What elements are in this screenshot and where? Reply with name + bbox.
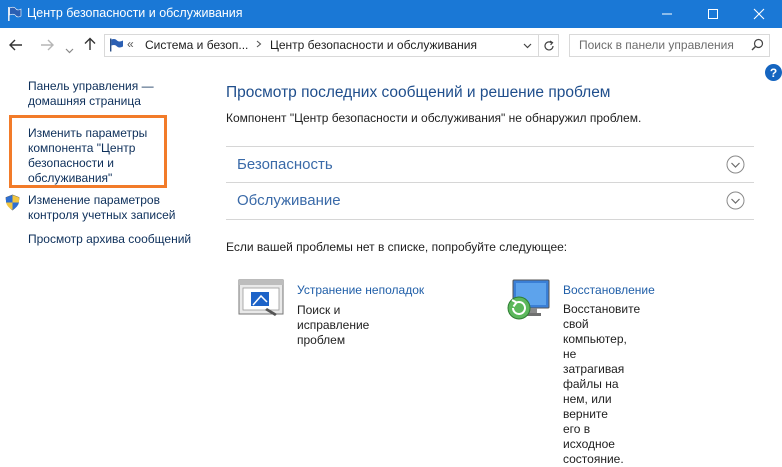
up-arrow-icon[interactable] (84, 37, 96, 56)
sidebar-item-label: обслуживания" (28, 171, 113, 185)
sidebar-item-label: контроля учетных записей (28, 208, 176, 222)
forward-arrow-icon[interactable] (40, 38, 54, 56)
expand-chevron-icon[interactable] (726, 191, 745, 210)
recovery-description: Восстановите свой компьютер, не затрагив… (563, 302, 640, 467)
breadcrumb-separator-icon[interactable] (256, 37, 262, 54)
sidebar-item-label: компонента "Центр (28, 141, 136, 155)
minimize-button[interactable] (644, 0, 690, 28)
sidebar-item-label: Изменение параметров (28, 193, 160, 207)
expand-chevron-icon[interactable] (726, 155, 745, 174)
address-flag-icon (109, 38, 124, 57)
recovery-link[interactable]: Восстановление (563, 283, 655, 297)
description-line: Восстановите свой (563, 302, 641, 331)
section-label: Безопасность (237, 156, 333, 173)
sidebar-item-label: безопасности и (28, 156, 114, 170)
sidebar-item-change-settings[interactable]: Изменить параметры компонента "Центр без… (28, 126, 147, 186)
title-bar: Центр безопасности и обслуживания (0, 0, 782, 28)
description-line: Поиск и исправление проблем (297, 303, 370, 347)
troubleshooting-icon[interactable] (237, 278, 285, 323)
section-label: Обслуживание (237, 192, 341, 209)
sidebar-item-message-archive[interactable]: Просмотр архива сообщений (28, 232, 191, 247)
section-security[interactable]: Безопасность (226, 146, 754, 183)
description-line: файлы на нем, или верните (563, 377, 619, 421)
breadcrumb-overflow[interactable]: « (127, 37, 134, 51)
description-line: его в исходное состояние. (563, 422, 624, 466)
breadcrumb-system[interactable]: Система и безоп... (145, 38, 248, 52)
close-button[interactable] (736, 0, 782, 28)
sidebar-item-label: Просмотр архива сообщений (28, 232, 192, 246)
troubleshooting-description: Поиск и исправление проблем (297, 303, 369, 348)
page-title: Просмотр последних сообщений и решение п… (226, 84, 611, 101)
sidebar-item-label: Панель управления — (28, 79, 154, 93)
maximize-button[interactable] (690, 0, 736, 28)
help-button[interactable]: ? (765, 64, 782, 81)
uac-shield-icon (5, 194, 20, 216)
address-bar[interactable]: « Система и безоп... Центр безопасности … (104, 34, 559, 57)
sidebar-item-label: Изменить параметры (28, 126, 148, 140)
search-icon[interactable] (751, 38, 764, 56)
window-title: Центр безопасности и обслуживания (27, 6, 243, 20)
search-input[interactable]: Поиск в панели управления (569, 34, 770, 57)
sidebar-item-label: домашняя страница (28, 94, 141, 108)
back-arrow-icon[interactable] (9, 38, 23, 56)
description-line: компьютер, не затрагивая (563, 332, 627, 376)
breadcrumb-current[interactable]: Центр безопасности и обслуживания (270, 38, 477, 52)
address-history-dropdown-icon[interactable] (517, 35, 537, 56)
section-maintenance[interactable]: Обслуживание (226, 182, 754, 220)
refresh-icon[interactable] (538, 35, 559, 56)
search-placeholder: Поиск в панели управления (579, 38, 734, 52)
sidebar-item-control-panel-home[interactable]: Панель управления — домашняя страница (28, 79, 154, 109)
recovery-icon[interactable] (503, 276, 551, 327)
status-message: Компонент "Центр безопасности и обслужив… (226, 111, 642, 125)
suggestion-text: Если вашей проблемы нет в списке, попроб… (226, 240, 568, 254)
control-panel-flag-icon (6, 6, 22, 22)
troubleshooting-link[interactable]: Устранение неполадок (297, 283, 424, 297)
sidebar-item-uac-settings[interactable]: Изменение параметров контроля учетных за… (28, 193, 175, 223)
chevron-down-icon[interactable] (65, 41, 74, 59)
